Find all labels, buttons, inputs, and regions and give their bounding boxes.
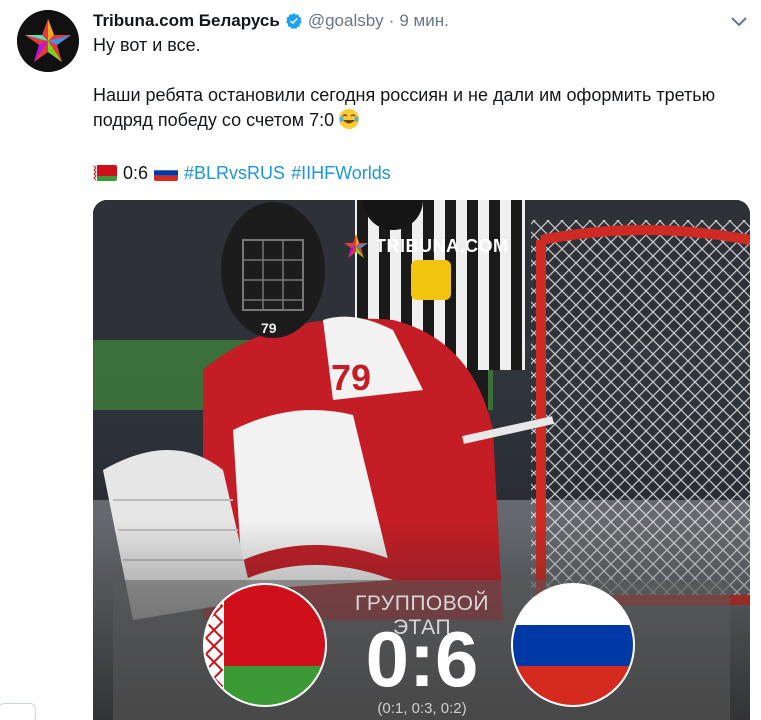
verified-badge-icon	[285, 13, 302, 29]
star-logo-icon	[17, 10, 79, 72]
tweet[interactable]: Tribuna.com Беларусь @goalsby · 9 мин. Н…	[0, 0, 761, 720]
handle[interactable]: @goalsby	[308, 11, 384, 31]
avatar[interactable]	[17, 10, 79, 72]
tribuna-brand: TRIBUNA.COM	[343, 233, 509, 259]
hashtag-blrvsrus[interactable]: #BLRvsRUS	[184, 163, 285, 184]
timestamp[interactable]: 9 мин.	[399, 11, 448, 31]
display-name[interactable]: Tribuna.com Беларусь	[93, 11, 280, 31]
helmet-number: 79	[261, 320, 277, 336]
russia-flag-circle	[511, 583, 635, 707]
chevron-down-icon[interactable]	[729, 11, 749, 31]
tweet-text-body: Наши ребята остановили сегодня россиян и…	[93, 85, 716, 130]
match-score: 0:6	[365, 615, 479, 703]
jersey-number: 79	[331, 357, 371, 398]
russia-flag-icon	[154, 165, 179, 181]
tweet-header: Tribuna.com Беларусь @goalsby · 9 мин.	[93, 9, 449, 33]
tweet-text-line2: Наши ребята остановили сегодня россиян и…	[93, 83, 743, 133]
tears-of-joy-emoji-icon	[339, 109, 360, 129]
period-scores: (0:1, 0:3, 0:2)	[377, 700, 467, 717]
separator-dot: ·	[388, 11, 395, 30]
hashtag-iihfworlds[interactable]: #IIHFWorlds	[291, 163, 391, 184]
belarus-flag-circle	[203, 583, 327, 707]
tweet-text-line1: Ну вот и все.	[93, 35, 201, 55]
tweet-score-line: 0:6 #BLRvsRUS #IIHFWorlds	[93, 160, 391, 186]
belarus-flag-icon	[93, 165, 117, 181]
page-corner-widget	[0, 703, 36, 720]
tribuna-star-icon	[344, 234, 368, 258]
score-text: 0:6	[123, 162, 149, 183]
brand-text: TRIBUNA.COM	[375, 235, 509, 256]
